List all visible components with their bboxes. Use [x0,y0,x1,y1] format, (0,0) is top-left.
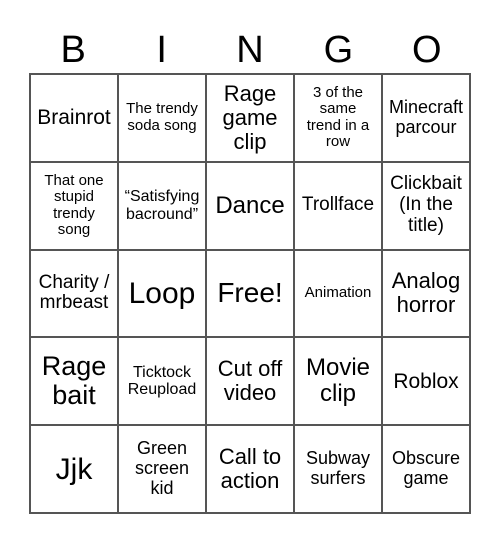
bingo-cell[interactable]: Movie clip [294,337,382,426]
cell-text: Minecraft parcour [388,97,464,137]
cell-text: Call to action [218,443,282,494]
bingo-cell[interactable]: Loop [118,249,206,338]
bingo-cell[interactable]: Roblox [382,337,470,426]
cell-text: Dance [215,191,285,219]
cell-text: Rage bait [41,350,107,411]
header-letter-o: O [412,29,442,71]
cell-text: Cut off video [217,356,283,406]
bingo-cell[interactable]: Rage game clip [206,74,294,162]
bingo-cell[interactable]: Charity / mrbeast [30,249,118,338]
bingo-cell[interactable]: 3 of the same trend in a row [294,74,382,162]
bingo-cell[interactable]: Obscure game [382,425,470,513]
cell-text: Brainrot [37,106,111,130]
header-letter-b: B [60,29,86,71]
bingo-cell[interactable]: Jjk [30,425,118,513]
cell-text: Subway surfers [305,448,371,489]
bingo-cell[interactable]: Minecraft parcour [382,74,470,162]
cell-text: Obscure game [391,448,461,489]
bingo-card: Brainrot The trendy soda song Rage game … [29,73,471,514]
bingo-cell[interactable]: Analog horror [382,249,470,338]
bingo-cell[interactable]: That one stupid trendy song [30,161,118,250]
cell-text: Ticktock Reupload [127,363,197,399]
cell-text: Analog horror [391,268,461,318]
bingo-cell[interactable]: Subway surfers [294,425,382,513]
bingo-cell[interactable]: Rage bait [30,337,118,426]
cell-text: The trendy soda song [126,100,198,134]
cell-text: Jjk [55,452,93,486]
cell-text: Movie clip [305,353,371,408]
bingo-cell[interactable]: Cut off video [206,337,294,426]
header-letter-g: G [323,29,354,71]
cell-text: Trollface [301,194,375,216]
bingo-cell[interactable]: Trollface [294,161,382,250]
cell-text: 3 of the same trend in a row [306,83,370,151]
bingo-cell[interactable]: Green screen kid [118,425,206,513]
cell-text: Clickbait (In the title) [390,173,462,237]
bingo-cell[interactable]: The trendy soda song [118,74,206,162]
bingo-cell[interactable]: Ticktock Reupload [118,337,206,426]
cell-text: Free! [217,277,283,309]
cell-text: That one stupid trendy song [44,171,104,239]
header-letter-n: N [236,29,264,71]
cell-text: Loop [128,276,196,310]
cell-text: Green screen kid [134,438,190,498]
bingo-header: B I N G O [29,28,471,72]
cell-text: “Satisfying bacround” [124,188,200,223]
cell-text: Rage game clip [222,80,278,154]
bingo-cell[interactable]: Call to action [206,425,294,513]
cell-text: Roblox [393,369,459,393]
header-letter-i: I [156,29,167,71]
cell-text: Charity / mrbeast [38,271,110,314]
bingo-cell[interactable]: “Satisfying bacround” [118,161,206,250]
bingo-cell[interactable]: Free! [206,249,294,338]
bingo-cell[interactable]: Dance [206,161,294,250]
bingo-cell[interactable]: Animation [294,249,382,338]
bingo-cell[interactable]: Clickbait (In the title) [382,161,470,250]
cell-text: Animation [304,284,372,302]
bingo-cell[interactable]: Brainrot [30,74,118,162]
